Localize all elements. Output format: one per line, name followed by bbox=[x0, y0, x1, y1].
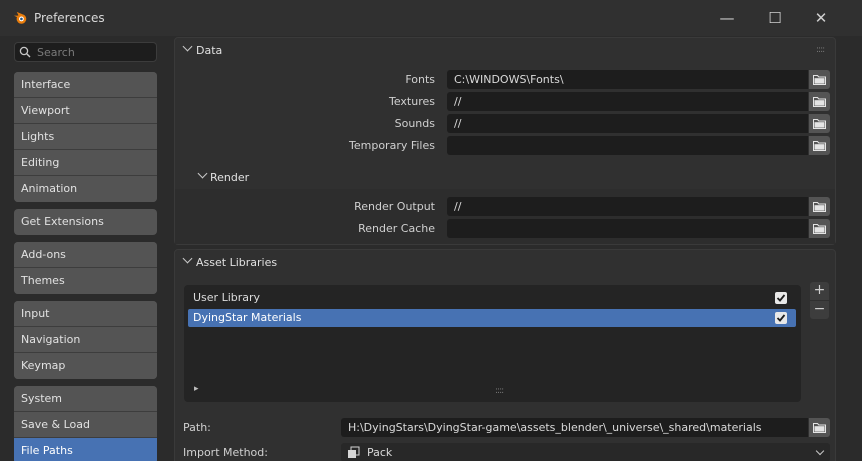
textures-path-field[interactable]: // bbox=[447, 92, 808, 111]
sidebar-group: Input Navigation Keymap bbox=[14, 301, 157, 379]
asset-libraries-panel: Asset Libraries User LibraryDyingStar Ma… bbox=[174, 249, 836, 461]
path-row-render-output: Render Output // bbox=[175, 196, 835, 216]
library-path-field[interactable]: H:\DyingStars\DyingStar-game\assets_blen… bbox=[341, 418, 808, 437]
browse-folder-button[interactable] bbox=[809, 92, 830, 111]
asset-library-name: DyingStar Materials bbox=[193, 311, 302, 324]
search-input[interactable] bbox=[37, 44, 152, 60]
render-subpanel-title: Render bbox=[210, 171, 250, 184]
sidebar-item-navigation[interactable]: Navigation bbox=[14, 327, 157, 353]
browse-folder-button[interactable] bbox=[809, 136, 830, 155]
import-method-dropdown[interactable]: Pack bbox=[341, 443, 830, 461]
sidebar-item-file-paths[interactable]: File Paths bbox=[14, 438, 157, 461]
folder-icon bbox=[813, 75, 826, 85]
path-row-fonts: Fonts C:\WINDOWS\Fonts\ bbox=[175, 69, 835, 89]
render-output-label: Render Output bbox=[354, 200, 435, 213]
browse-folder-button[interactable] bbox=[809, 197, 830, 216]
sounds-label: Sounds bbox=[394, 117, 435, 130]
data-panel-header[interactable]: Data :::: bbox=[175, 38, 835, 62]
sidebar-group: System Save & Load File Paths bbox=[14, 386, 157, 461]
list-resize-handle-icon[interactable]: :::: bbox=[495, 386, 504, 396]
sidebar-item-themes[interactable]: Themes bbox=[14, 268, 157, 294]
sidebar-item-keymap[interactable]: Keymap bbox=[14, 353, 157, 379]
chevron-down-icon bbox=[182, 253, 193, 264]
sidebar-item-add-ons[interactable]: Add-ons bbox=[14, 242, 157, 268]
sidebar-item-editing[interactable]: Editing bbox=[14, 150, 157, 176]
sidebar-item-animation[interactable]: Animation bbox=[14, 176, 157, 202]
render-cache-label: Render Cache bbox=[358, 222, 435, 235]
textures-label: Textures bbox=[389, 95, 435, 108]
asset-library-list: User LibraryDyingStar Materials ▸ :::: bbox=[184, 285, 801, 402]
remove-library-button[interactable]: − bbox=[810, 301, 829, 319]
sidebar-item-viewport[interactable]: Viewport bbox=[14, 98, 157, 124]
minimize-button[interactable]: — bbox=[704, 6, 750, 30]
browse-folder-button[interactable] bbox=[809, 114, 830, 133]
maximize-button[interactable]: ☐ bbox=[752, 6, 798, 30]
drag-handle-icon[interactable]: :::: bbox=[816, 45, 825, 55]
path-row-render-cache: Render Cache bbox=[175, 218, 835, 238]
temporary-files-label: Temporary Files bbox=[349, 139, 435, 152]
asset-libraries-header[interactable]: Asset Libraries bbox=[175, 250, 835, 274]
asset-library-item[interactable]: DyingStar Materials bbox=[188, 309, 796, 327]
folder-icon bbox=[813, 423, 826, 433]
sidebar-item-input[interactable]: Input bbox=[14, 301, 157, 327]
render-subpanel-header[interactable]: Render bbox=[175, 165, 835, 189]
sidebar-group: Interface Viewport Lights Editing Animation bbox=[14, 72, 157, 202]
window-title: Preferences bbox=[34, 11, 105, 25]
search-box[interactable] bbox=[14, 42, 157, 62]
expand-list-icon[interactable]: ▸ bbox=[194, 384, 199, 394]
sidebar-item-get-extensions[interactable]: Get Extensions bbox=[14, 209, 157, 235]
browse-folder-button[interactable] bbox=[809, 219, 830, 238]
library-enabled-checkbox[interactable] bbox=[775, 292, 787, 304]
folder-icon bbox=[813, 224, 826, 234]
library-path-browse-button[interactable] bbox=[809, 418, 830, 437]
sidebar-item-interface[interactable]: Interface bbox=[14, 72, 157, 98]
folder-icon bbox=[813, 141, 826, 151]
sidebar-item-save-load[interactable]: Save & Load bbox=[14, 412, 157, 438]
render-output-path-field[interactable]: // bbox=[447, 197, 808, 216]
search-icon bbox=[19, 46, 31, 58]
sidebar-item-system[interactable]: System bbox=[14, 386, 157, 412]
import-method-value: Pack bbox=[367, 446, 393, 459]
path-row-sounds: Sounds // bbox=[175, 113, 835, 133]
folder-icon bbox=[813, 202, 826, 212]
close-button[interactable]: ✕ bbox=[798, 6, 844, 30]
checkmark-icon bbox=[776, 314, 786, 322]
asset-library-name: User Library bbox=[193, 291, 261, 304]
checkmark-icon bbox=[776, 294, 786, 302]
path-row-textures: Textures // bbox=[175, 91, 835, 111]
add-library-button[interactable]: + bbox=[810, 282, 829, 300]
fonts-label: Fonts bbox=[405, 73, 435, 86]
title-bar: Preferences — ☐ ✕ bbox=[0, 0, 862, 36]
folder-icon bbox=[813, 97, 826, 107]
chevron-down-icon bbox=[815, 446, 825, 456]
import-method-label: Import Method: bbox=[183, 446, 268, 459]
render-cache-path-field[interactable] bbox=[447, 219, 808, 238]
sounds-path-field[interactable]: // bbox=[447, 114, 808, 133]
sidebar-group: Add-ons Themes bbox=[14, 242, 157, 294]
chevron-down-icon bbox=[197, 168, 208, 179]
data-panel-title: Data bbox=[196, 44, 223, 57]
pack-icon bbox=[348, 446, 360, 458]
folder-icon bbox=[813, 119, 826, 129]
blender-logo-icon bbox=[13, 11, 27, 24]
library-enabled-checkbox[interactable] bbox=[775, 312, 787, 324]
browse-folder-button[interactable] bbox=[809, 70, 830, 89]
path-label: Path: bbox=[183, 421, 211, 434]
chevron-down-icon bbox=[182, 41, 193, 52]
sidebar-group: Get Extensions bbox=[14, 209, 157, 235]
path-row-temporary-files: Temporary Files bbox=[175, 135, 835, 155]
data-panel: Data :::: Fonts C:\WINDOWS\Fonts\Textures… bbox=[174, 37, 836, 245]
fonts-path-field[interactable]: C:\WINDOWS\Fonts\ bbox=[447, 70, 808, 89]
asset-libraries-title: Asset Libraries bbox=[196, 256, 278, 269]
sidebar-item-lights[interactable]: Lights bbox=[14, 124, 157, 150]
temporary-files-path-field[interactable] bbox=[447, 136, 808, 155]
asset-library-item[interactable]: User Library bbox=[188, 289, 796, 307]
